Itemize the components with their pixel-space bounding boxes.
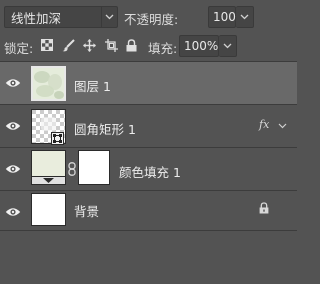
chevron-down-icon (101, 7, 117, 27)
lock-image-pixels-brush-icon[interactable] (61, 38, 75, 52)
fill-color-swatch[interactable] (31, 150, 66, 185)
layer-thumbnail (31, 193, 66, 226)
blend-mode-value: 线性加深 (11, 10, 62, 26)
layer-row-rounded-rectangle-1[interactable]: 圆角矩形 1 fx (0, 105, 297, 147)
opacity-input[interactable]: 100% (208, 6, 247, 28)
layer-name[interactable]: 圆角矩形 1 (74, 119, 136, 138)
lock-transparent-pixels-icon[interactable] (40, 38, 54, 52)
layer-row-background[interactable]: 背景 (0, 191, 297, 233)
chain-link-icon[interactable] (66, 161, 77, 177)
vector-shape-badge-icon (51, 132, 64, 145)
layer-row-layer-1[interactable]: 图层 1 (0, 62, 297, 104)
lock-row: 锁定: 填充: 100% (0, 34, 297, 60)
fill-input[interactable]: 100% (179, 35, 219, 57)
layer-mask-thumbnail[interactable] (78, 150, 110, 185)
lock-all-icon[interactable] (125, 38, 137, 52)
opacity-label: 不透明度: (124, 12, 179, 27)
blend-opacity-row: 线性加深 不透明度: 100% (0, 0, 297, 34)
layer-effects-fx-badge[interactable]: fx (259, 118, 269, 131)
layer-name[interactable]: 颜色填充 1 (119, 162, 181, 181)
lock-position-move-icon[interactable] (82, 38, 96, 52)
blend-mode-select[interactable]: 线性加深 (4, 6, 118, 28)
visibility-eye-icon[interactable] (4, 204, 22, 220)
layer-row-color-fill-1[interactable]: 颜色填充 1 (0, 148, 297, 190)
fill-label: 填充: (148, 41, 178, 56)
lock-label: 锁定: (4, 41, 34, 56)
visibility-eye-icon[interactable] (4, 161, 22, 177)
fill-dropdown-button[interactable] (219, 35, 237, 57)
visibility-eye-icon[interactable] (4, 75, 22, 91)
layers-panel: 线性加深 不透明度: 100% 锁定: 填充: 100% 图层 1 圆角矩形 1… (0, 0, 297, 284)
chevron-down-icon[interactable] (276, 121, 288, 131)
chevron-down-icon (236, 7, 252, 27)
opacity-dropdown-button[interactable] (236, 6, 254, 28)
layer-thumbnail (31, 66, 66, 101)
lock-icon[interactable] (258, 201, 270, 215)
lock-artboard-nesting-icon[interactable] (104, 38, 118, 52)
visibility-eye-icon[interactable] (4, 118, 22, 134)
fill-value: 100% (184, 39, 219, 53)
empty-layer-area (0, 231, 297, 284)
layer-name[interactable]: 图层 1 (74, 76, 111, 95)
layer-name[interactable]: 背景 (74, 201, 99, 220)
chevron-down-icon (219, 36, 235, 56)
